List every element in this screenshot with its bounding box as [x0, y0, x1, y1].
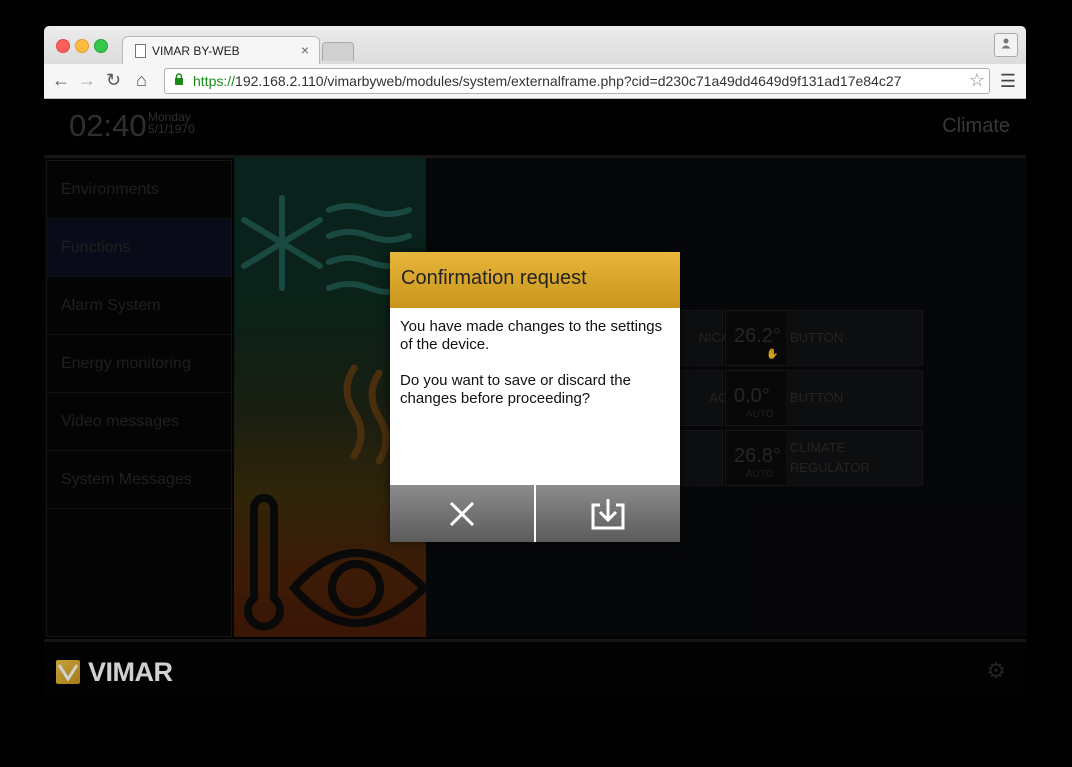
url-path: 192.168.2.110/vimarbyweb/modules/system/…	[235, 73, 902, 89]
save-button[interactable]	[536, 485, 680, 542]
forward-arrow-icon[interactable]: →	[78, 70, 96, 91]
address-bar[interactable]: https://192.168.2.110/vimarbyweb/modules…	[164, 68, 990, 94]
confirmation-dialog: Confirmation request You have made chang…	[390, 252, 680, 542]
tab-title: VIMAR BY-WEB	[152, 44, 240, 58]
dialog-header: Confirmation request	[390, 252, 680, 308]
hamburger-menu-icon[interactable]: ☰	[1000, 71, 1016, 92]
dialog-buttons	[390, 485, 680, 542]
browser-tab[interactable]: VIMAR BY-WEB ×	[122, 36, 320, 65]
browser-titlebar: VIMAR BY-WEB ×	[44, 26, 1026, 65]
tab-close-icon[interactable]: ×	[301, 42, 309, 58]
browser-window: VIMAR BY-WEB × ← → ↻ ⌂ https://192.168.2…	[44, 26, 1026, 696]
dialog-body: You have made changes to the settings of…	[400, 318, 668, 426]
minimize-window-button[interactable]	[75, 39, 89, 53]
new-tab-button[interactable]	[322, 42, 354, 61]
dialog-message-2: Do you want to save or discard the chang…	[400, 372, 631, 407]
download-save-icon	[591, 498, 625, 529]
home-icon[interactable]: ⌂	[136, 70, 147, 91]
user-icon[interactable]	[994, 33, 1018, 57]
discard-button[interactable]	[390, 485, 534, 542]
url-scheme: https://	[193, 73, 236, 89]
browser-toolbar: ← → ↻ ⌂ https://192.168.2.110/vimarbyweb…	[44, 64, 1026, 99]
reload-icon[interactable]: ↻	[106, 70, 121, 91]
url-text: https://192.168.2.110/vimarbyweb/modules…	[193, 73, 901, 89]
dialog-title: Confirmation request	[401, 267, 587, 289]
close-x-icon	[449, 501, 475, 526]
star-icon[interactable]: ☆	[969, 70, 985, 91]
page-icon	[135, 44, 146, 58]
lock-icon	[175, 73, 183, 85]
dialog-message-1: You have made changes to the settings of…	[400, 318, 663, 353]
back-arrow-icon[interactable]: ←	[52, 70, 70, 91]
close-window-button[interactable]	[56, 39, 70, 53]
maximize-window-button[interactable]	[94, 39, 108, 53]
